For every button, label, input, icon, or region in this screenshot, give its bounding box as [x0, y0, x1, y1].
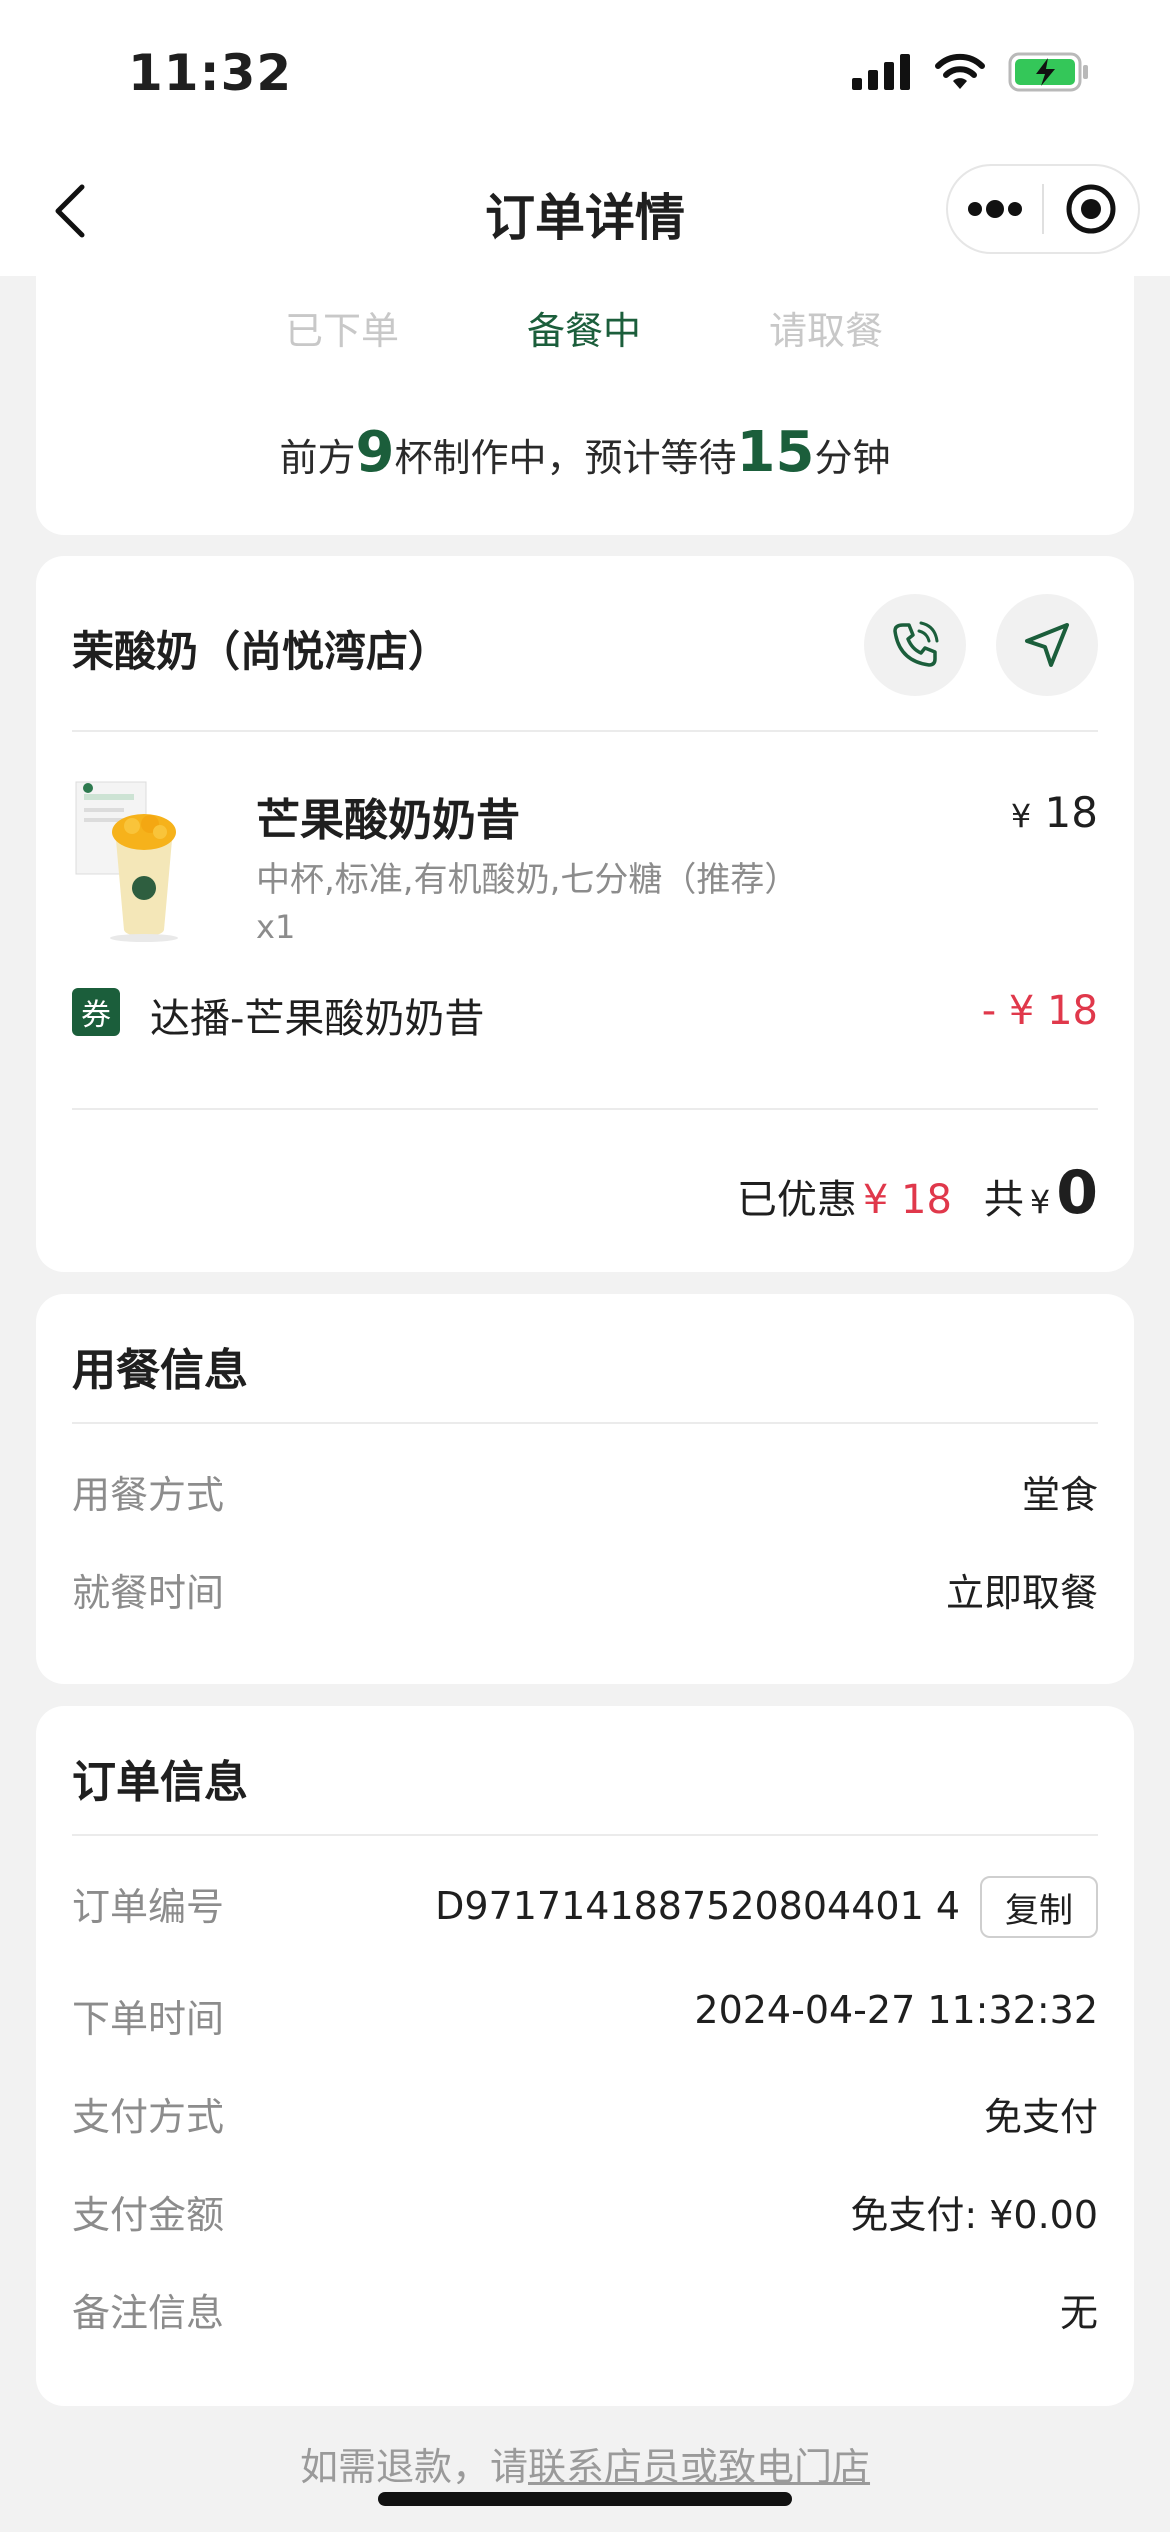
dining-method-value: 堂食 — [1021, 1473, 1098, 1517]
dining-method-label: 用餐方式 — [72, 1473, 225, 1517]
remarks-label: 备注信息 — [72, 2291, 225, 2335]
divider — [72, 1834, 1098, 1836]
contact-store-link[interactable]: 联系店员或致电门店 — [528, 2445, 870, 2489]
discount-amount: ¥ 18 — [862, 1177, 952, 1223]
more-dots-icon — [968, 200, 1022, 218]
order-number-label: 订单编号 — [72, 1885, 225, 1929]
home-indicator — [378, 2492, 792, 2506]
navigate-button[interactable] — [996, 594, 1098, 696]
order-info-title: 订单信息 — [72, 1757, 248, 1808]
coupon-badge: 券 — [72, 988, 120, 1036]
order-time-label: 下单时间 — [72, 1997, 225, 2041]
payment-method-label: 支付方式 — [72, 2095, 225, 2139]
divider — [72, 1422, 1098, 1424]
payment-method-value: 免支付 — [983, 2095, 1098, 2139]
discount-label: 已优惠 — [736, 1177, 857, 1223]
cups-ahead: 9 — [355, 420, 395, 485]
product-image — [72, 780, 222, 945]
payment-amount-label: 支付金额 — [72, 2193, 225, 2237]
dining-info-title: 用餐信息 — [72, 1345, 248, 1396]
total-currency: ¥ — [1029, 1183, 1051, 1221]
product-name: 芒果酸奶奶昔 — [256, 795, 520, 846]
nav-bar: 订单详情 — [0, 150, 1170, 276]
more-button[interactable] — [948, 166, 1042, 252]
refund-prefix: 如需退款，请 — [299, 2445, 528, 2489]
order-info-card: 订单信息 订单编号 D9717141887520804401 4 复制 下单时间… — [36, 1706, 1134, 2406]
navigation-arrow-icon — [1025, 623, 1069, 667]
status-time: 11:32 — [128, 44, 293, 102]
phone-icon — [893, 621, 939, 667]
divider — [72, 1108, 1098, 1110]
status-icons — [852, 52, 1090, 96]
order-number: D9717141887520804401 4 — [435, 1884, 960, 1928]
remarks-value: 无 — [1059, 2291, 1098, 2335]
dining-time-label: 就餐时间 — [72, 1571, 225, 1615]
order-summary: 已优惠 ¥ 18 共 ¥ 0 — [737, 1158, 1098, 1228]
total-label: 共 — [983, 1177, 1024, 1223]
close-mini-program-button[interactable] — [1044, 166, 1138, 252]
wifi-icon — [934, 53, 986, 95]
wait-suffix: 分钟 — [814, 436, 891, 480]
mini-program-capsule — [946, 164, 1140, 254]
step-label: 已下单 — [284, 309, 399, 353]
dining-time-value: 立即取餐 — [945, 1571, 1098, 1615]
product-price: ¥ 18 — [1011, 788, 1098, 837]
coupon-name: 达播-芒果酸奶奶昔 — [150, 996, 485, 1042]
wait-prefix: 前方 — [279, 436, 356, 480]
step-label: 备餐中 — [526, 309, 641, 353]
store-order-card: 茉酸奶（尚悦湾店） 芒果酸奶奶昔 ¥ 18 中杯,标准,有机酸奶,七分糖（推荐）… — [36, 556, 1134, 1272]
product-quantity: x1 — [256, 908, 296, 946]
battery-charging-icon — [1008, 52, 1090, 96]
divider — [72, 730, 1098, 732]
product-spec: 中杯,标准,有机酸奶,七分糖（推荐） — [256, 860, 799, 900]
coupon-discount: - ¥ 18 — [981, 988, 1098, 1034]
status-bar: 11:32 — [0, 0, 1170, 150]
wait-minutes: 15 — [736, 420, 815, 485]
wait-middle: 杯制作中，预计等待 — [394, 436, 737, 480]
wait-estimate: 前方9杯制作中，预计等待15分钟 — [36, 420, 1134, 485]
dining-info-card: 用餐信息 用餐方式 堂食 就餐时间 立即取餐 — [36, 1294, 1134, 1684]
refund-note: 如需退款，请联系店员或致电门店 — [0, 2436, 1170, 2491]
order-time-value: 2024-04-27 11:32:32 — [694, 1988, 1098, 2032]
total-amount: 0 — [1056, 1158, 1098, 1228]
currency-symbol: ¥ — [1010, 797, 1032, 835]
call-store-button[interactable] — [864, 594, 966, 696]
store-name: 茉酸奶（尚悦湾店） — [72, 627, 451, 676]
payment-amount-value: 免支付: ¥0.00 — [850, 2193, 1098, 2237]
signal-icon — [852, 54, 912, 94]
price-value: 18 — [1044, 788, 1098, 837]
step-label: 请取餐 — [768, 309, 883, 353]
copy-order-number-button[interactable]: 复制 — [980, 1876, 1098, 1938]
target-circle-icon — [1066, 184, 1116, 234]
